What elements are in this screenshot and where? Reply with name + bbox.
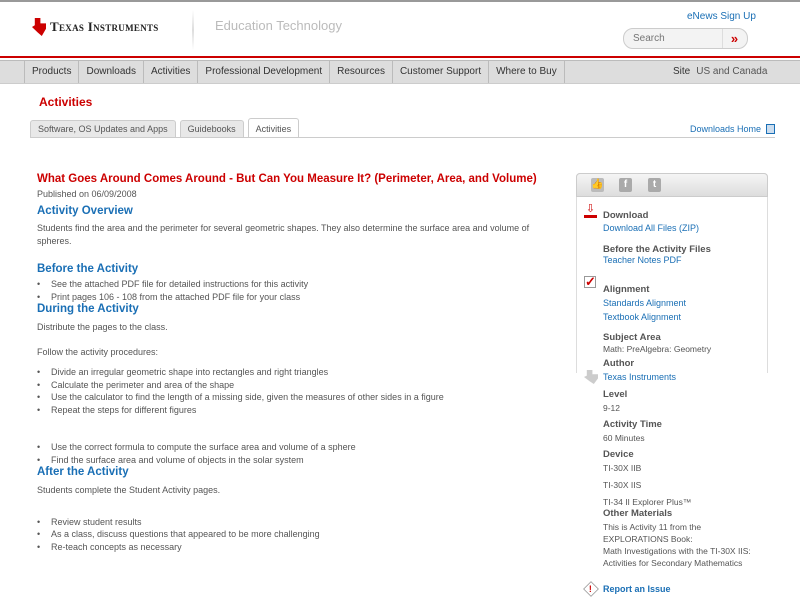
search-input[interactable]	[624, 33, 722, 44]
download-icon: ⇩	[584, 204, 597, 218]
site-value[interactable]: US and Canada	[696, 66, 767, 77]
list-item: Review student results	[37, 516, 557, 529]
list-item: Repeat the steps for different figures	[37, 404, 557, 417]
other-line: EXPLORATIONS Book:	[603, 534, 693, 544]
search-button[interactable]: »	[722, 29, 746, 48]
downloads-home-link[interactable]: Downloads Home	[690, 124, 776, 134]
after-list: Review student resultsAs a class, discus…	[37, 516, 557, 554]
downloads-home-label: Downloads Home	[690, 124, 762, 134]
during-list-a: Divide an irregular geometric shape into…	[37, 366, 557, 416]
tab-guidebooks[interactable]: Guidebooks	[179, 120, 244, 137]
header-divider	[192, 10, 194, 50]
activity-content: What Goes Around Comes Around - But Can …	[37, 173, 557, 553]
during-list-b: Use the correct formula to compute the s…	[37, 441, 557, 466]
during-heading: During the Activity	[37, 303, 139, 315]
nav-products[interactable]: Products	[25, 61, 80, 83]
twitter-icon[interactable]: t	[648, 178, 661, 192]
during-text: Distribute the pages to the class.	[37, 322, 168, 332]
top-border	[0, 0, 800, 2]
like-icon[interactable]: 👍	[591, 178, 604, 192]
checkbox-icon: ✓	[584, 274, 596, 289]
nav-resources[interactable]: Resources	[330, 61, 393, 83]
nav-downloads[interactable]: Downloads	[79, 61, 144, 83]
tab-bar: Software, OS Updates and Apps Guidebooks…	[30, 118, 300, 137]
textbook-alignment-link[interactable]: Textbook Alignment	[603, 312, 681, 322]
other-line: Math Investigations with the TI-30X IIS:	[603, 546, 751, 556]
list-item: Use the correct formula to compute the s…	[37, 441, 557, 454]
author-heading: Author	[603, 358, 635, 369]
search-box: »	[623, 28, 748, 49]
list-item: Re-teach concepts as necessary	[37, 541, 557, 554]
site-label: Site	[673, 66, 691, 77]
list-item: As a class, discuss questions that appea…	[37, 528, 557, 541]
section-title: Education Technology	[215, 18, 342, 33]
nav-where-to-buy[interactable]: Where to Buy	[489, 61, 565, 83]
subject-heading: Subject Area	[603, 332, 661, 343]
header-rule	[0, 56, 800, 58]
list-item: Divide an irregular geometric shape into…	[37, 366, 557, 379]
tab-software[interactable]: Software, OS Updates and Apps	[30, 120, 176, 137]
page-heading: Activities	[39, 95, 93, 109]
nav-customer-support[interactable]: Customer Support	[393, 61, 490, 83]
site-selector[interactable]: Site US and Canada	[673, 66, 767, 77]
download-heading: Download	[603, 210, 649, 221]
time-heading: Activity Time	[603, 419, 662, 430]
tab-divider	[30, 137, 775, 138]
after-heading: After the Activity	[37, 466, 129, 478]
other-line: This is Activity 11 from the	[603, 522, 702, 532]
tab-activities[interactable]: Activities	[247, 118, 300, 137]
enews-signup-link[interactable]: eNews Sign Up	[687, 11, 756, 22]
nav-activities[interactable]: Activities	[144, 61, 199, 83]
nav-professional-development[interactable]: Professional Development	[198, 61, 331, 83]
overview-heading: Activity Overview	[37, 205, 133, 217]
before-files-heading: Before the Activity Files	[603, 244, 711, 255]
teacher-notes-link[interactable]: Teacher Notes PDF	[603, 255, 682, 265]
other-materials-heading: Other Materials	[603, 508, 673, 519]
standards-alignment-link[interactable]: Standards Alignment	[603, 298, 686, 308]
ti-logo[interactable]: Texas Instruments	[32, 18, 159, 36]
device-item: TI-34 II Explorer Plus™	[603, 497, 692, 507]
share-bar	[576, 173, 768, 197]
alignment-heading: Alignment	[603, 284, 650, 295]
during-text-2: Follow the activity procedures:	[37, 346, 159, 357]
ti-logo-icon	[32, 18, 46, 36]
level-heading: Level	[603, 389, 628, 400]
after-text: Students complete the Student Activity p…	[37, 485, 221, 495]
before-heading: Before the Activity	[37, 263, 139, 275]
list-item: See the attached PDF file for detailed i…	[37, 278, 557, 291]
report-issue-icon: !	[583, 581, 599, 597]
report-issue-link[interactable]: Report an Issue	[603, 584, 671, 594]
author-link[interactable]: Texas Instruments	[603, 372, 676, 382]
device-item: TI-30X IIS	[603, 480, 642, 490]
before-list: See the attached PDF file for detailed i…	[37, 278, 557, 303]
list-item: Find the surface area and volume of obje…	[37, 454, 557, 467]
list-item: Print pages 106 - 108 from the attached …	[37, 291, 557, 304]
list-item: Use the calculator to find the length of…	[37, 391, 557, 404]
device-heading: Device	[603, 449, 634, 460]
device-list: TI-30X IIB TI-30X IIS TI-34 II Explorer Pl…	[603, 462, 691, 508]
device-item: TI-30X IIB	[603, 463, 642, 473]
overview-text: Students find the area and the perimeter…	[37, 223, 530, 246]
facebook-icon[interactable]: f	[619, 178, 632, 192]
level-value: 9-12	[603, 403, 621, 413]
subject-value: Math: PreAlgebra: Geometry	[603, 344, 712, 354]
activity-title: What Goes Around Comes Around - But Can …	[37, 173, 537, 185]
list-item: Calculate the perimeter and area of the …	[37, 379, 557, 392]
published-date: Published on 06/09/2008	[37, 189, 137, 199]
time-value: 60 Minutes	[603, 433, 645, 443]
other-line: Activities for Secondary Mathematics	[603, 558, 743, 568]
download-all-link[interactable]: Download All Files (ZIP)	[603, 223, 699, 233]
home-icon	[766, 124, 776, 134]
brand-name: Texas Instruments	[50, 19, 159, 34]
other-materials-text: This is Activity 11 from the EXPLORATIONS…	[603, 521, 751, 569]
